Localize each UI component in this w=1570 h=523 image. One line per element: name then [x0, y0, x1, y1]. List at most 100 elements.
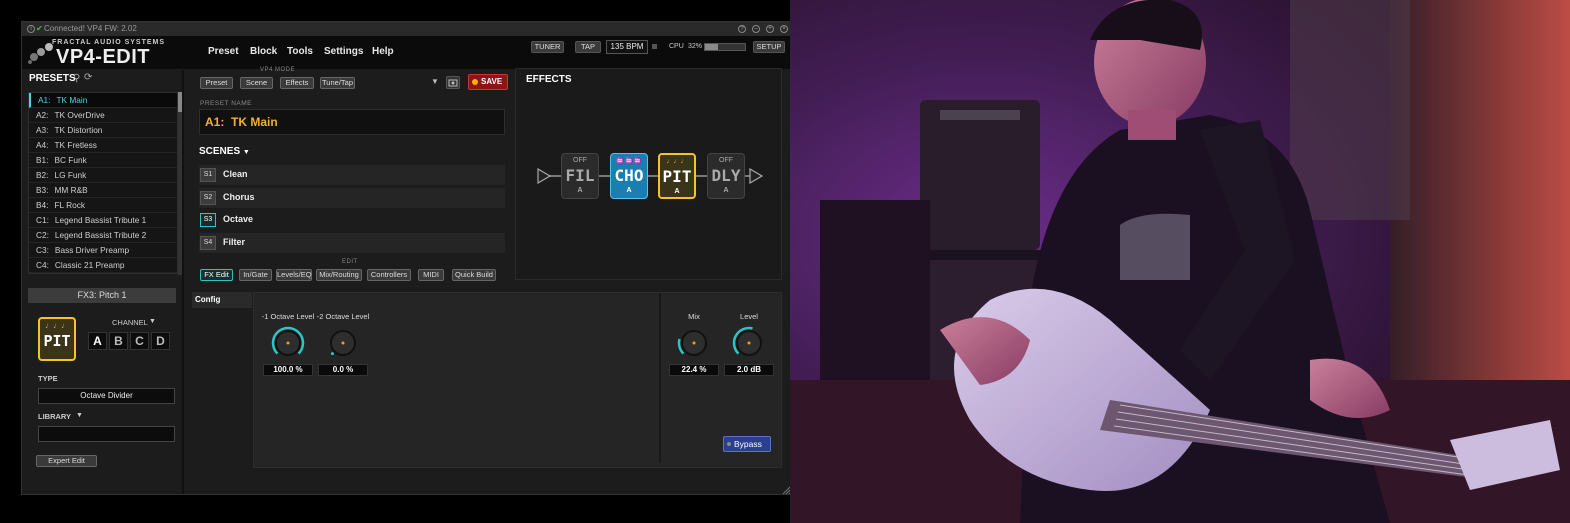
preset-name-field[interactable]: A1: TK Main — [199, 109, 505, 135]
preset-item[interactable]: A1: TK Main — [29, 93, 177, 108]
tempo-led-icon — [652, 44, 657, 49]
knob[interactable] — [731, 325, 767, 361]
knob[interactable] — [676, 325, 712, 361]
channel-c-button[interactable]: C — [130, 332, 149, 350]
mode-effects-button[interactable]: Effects — [280, 77, 314, 89]
edit-controllers-button[interactable]: Controllers — [367, 269, 411, 281]
scene-badge[interactable]: S4 — [200, 235, 216, 250]
refresh-icon[interactable]: ⟳ — [84, 72, 92, 83]
preset-item[interactable]: C2: Legend Bassist Tribute 2 — [29, 228, 177, 243]
knob-value[interactable]: 2.0 dB — [724, 364, 774, 376]
preset-item-id: B4: — [36, 200, 49, 210]
knob-value[interactable]: 100.0 % — [263, 364, 313, 376]
edit-mixrouting-button[interactable]: Mix/Routing — [316, 269, 362, 281]
menu-settings[interactable]: Settings — [324, 46, 363, 57]
fx-block-pit[interactable]: ♩♩♩ PIT A — [658, 153, 696, 199]
channel-dropdown-icon[interactable]: ▼ — [149, 318, 156, 325]
knob[interactable] — [270, 325, 306, 361]
expert-edit-button[interactable]: Expert Edit — [36, 455, 97, 467]
help-icon[interactable]: ? — [738, 25, 746, 33]
mode-scene-button[interactable]: Scene — [240, 77, 273, 89]
menu-tools[interactable]: Tools — [287, 46, 313, 57]
preset-item[interactable]: B2: LG Funk — [29, 168, 177, 183]
scene-name: Chorus — [223, 191, 255, 202]
preset-item[interactable]: C1: Legend Bassist Tribute 1 — [29, 213, 177, 228]
scene-row[interactable]: S1 Clean — [199, 165, 505, 186]
preset-item[interactable]: B3: MM R&B — [29, 183, 177, 198]
preset-item[interactable]: C3: Bass Driver Preamp — [29, 243, 177, 258]
knob-value[interactable]: 0.0 % — [318, 364, 368, 376]
library-label: LIBRARY — [38, 412, 72, 421]
menu-help[interactable]: Help — [372, 46, 394, 57]
channel-d-button[interactable]: D — [151, 332, 170, 350]
library-dropdown-icon[interactable]: ▼ — [76, 412, 83, 419]
fx-block-top: ♒♒♒ — [615, 158, 643, 165]
menu-bar: FRACTAL AUDIO SYSTEMS VP4-EDIT Preset Bl… — [22, 36, 790, 69]
fx-block-top: OFF — [573, 157, 587, 164]
fx-block-channel: A — [674, 188, 680, 195]
menu-block[interactable]: Block — [250, 46, 277, 57]
camera-icon[interactable] — [446, 76, 460, 89]
preset-item-id: C2: — [36, 230, 49, 240]
fx-block-fil[interactable]: OFF FIL A — [561, 153, 599, 199]
save-button[interactable]: SAVE — [468, 74, 508, 90]
vp4-edit-window: i ✔ Connected! VP4 FW: 2.02 ? – + × FRAC… — [21, 21, 791, 495]
close-icon[interactable]: × — [780, 25, 788, 33]
preset-item[interactable]: C4: Classic 21 Preamp — [29, 258, 177, 273]
bypass-button[interactable]: Bypass — [723, 436, 771, 452]
tuner-button[interactable]: TUNER — [531, 41, 564, 53]
minimize-icon[interactable]: – — [752, 25, 760, 33]
preset-item[interactable]: B4: FL Rock — [29, 198, 177, 213]
bypass-label: Bypass — [734, 439, 762, 449]
mode-tunetap-button[interactable]: Tune/Tap — [320, 77, 355, 89]
scene-row[interactable]: S2 Chorus — [199, 187, 505, 209]
scene-row[interactable]: S3 Octave — [199, 210, 505, 231]
info-icon[interactable]: i — [27, 25, 35, 33]
tap-button[interactable]: TAP — [575, 41, 601, 53]
edit-midi-button[interactable]: MIDI — [418, 269, 444, 281]
mode-preset-button[interactable]: Preset — [200, 77, 233, 89]
scene-badge[interactable]: S1 — [200, 168, 216, 182]
preset-name-label: PRESET NAME — [200, 100, 252, 107]
preset-item[interactable]: A2: TK OverDrive — [29, 108, 177, 123]
fx-block-name: CHO — [614, 166, 644, 185]
bassist-photo-image — [790, 0, 1570, 523]
edit-ingate-button[interactable]: In/Gate — [239, 269, 272, 281]
preset-item[interactable]: A4: TK Fretless — [29, 138, 177, 153]
fx-block-top: ♩♩♩ — [666, 158, 688, 165]
library-select[interactable] — [38, 426, 175, 442]
preset-item[interactable]: A3: TK Distortion — [29, 123, 177, 138]
fx-block-dly[interactable]: OFF DLY A — [707, 153, 745, 199]
fx-block-channel: A — [626, 187, 632, 194]
preset-item-id: C1: — [36, 215, 49, 225]
channel-b-button[interactable]: B — [109, 332, 128, 350]
fx-block-cho[interactable]: ♒♒♒ CHO A — [610, 153, 648, 199]
edit-fxedit-button[interactable]: FX Edit — [200, 269, 233, 281]
search-icon[interactable]: ⚲ — [73, 73, 80, 84]
pitch-block-icon[interactable]: ♩♩♩ PIT — [38, 317, 76, 361]
maximize-icon[interactable]: + — [766, 25, 774, 33]
fx-block-top: OFF — [719, 157, 733, 164]
knob[interactable] — [325, 325, 361, 361]
edit-levelseq-button[interactable]: Levels/EQ — [276, 269, 312, 281]
tab-config[interactable]: Config — [192, 292, 252, 308]
type-select[interactable]: Octave Divider — [38, 388, 175, 404]
preset-item[interactable]: B1: BC Funk — [29, 153, 177, 168]
bpm-display[interactable]: 135 BPM — [606, 40, 648, 54]
preset-dropdown-icon[interactable]: ▼ — [431, 77, 439, 86]
scenes-title[interactable]: SCENES ▼ — [199, 146, 250, 157]
scene-badge[interactable]: S2 — [200, 190, 216, 205]
channel-a-button[interactable]: A — [88, 332, 107, 350]
knob-value[interactable]: 22.4 % — [669, 364, 719, 376]
connected-check-icon: ✔ — [36, 24, 43, 33]
knob-label: -2 Octave Level — [316, 312, 370, 321]
vp4-mode-label: VP4 MODE — [260, 67, 296, 73]
menu-preset[interactable]: Preset — [208, 46, 239, 57]
edit-quickbuild-button[interactable]: Quick Build — [452, 269, 496, 281]
scene-row[interactable]: S4 Filter — [199, 232, 505, 254]
scenes-dropdown-icon[interactable]: ▼ — [243, 149, 250, 156]
effects-title: EFFECTS — [526, 74, 572, 85]
setup-button[interactable]: SETUP — [753, 41, 785, 53]
scene-badge[interactable]: S3 — [200, 213, 216, 227]
preset-item-id: A3: — [36, 125, 49, 135]
